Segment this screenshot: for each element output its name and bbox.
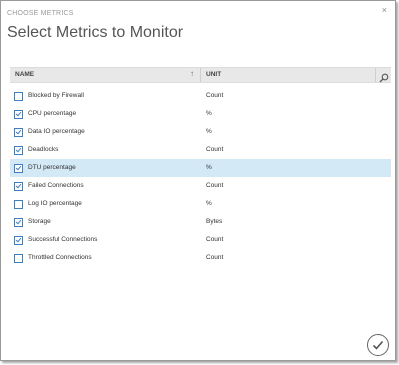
metric-row[interactable]: DTU percentage% [10, 159, 391, 177]
metrics-list: Blocked by Firewall Count CPU percentage% D… [10, 87, 391, 267]
search-icon[interactable] [379, 70, 389, 83]
metric-name: DTU percentage [28, 164, 76, 171]
metric-row[interactable]: Throttled Connections Count [10, 249, 391, 267]
table-header: NAME ↑ UNIT [10, 67, 391, 83]
metric-row[interactable]: Log IO percentage% [10, 195, 391, 213]
metric-row[interactable]: Data IO percentage% [10, 123, 391, 141]
metric-row[interactable]: Blocked by Firewall Count [10, 87, 391, 105]
metric-name: Failed Connections [28, 182, 84, 189]
metric-unit: % [206, 128, 212, 135]
metric-checkbox[interactable] [14, 254, 23, 263]
section-label: CHOOSE METRICS [7, 10, 74, 17]
metric-name: Throttled Connections [28, 254, 92, 261]
metric-checkbox[interactable] [14, 182, 23, 191]
metric-unit: Bytes [206, 218, 223, 225]
metric-row[interactable]: CPU percentage% [10, 105, 391, 123]
metric-unit: % [206, 110, 212, 117]
metric-row[interactable]: Deadlocks Count [10, 141, 391, 159]
metric-name: Successful Connections [28, 236, 98, 243]
metric-checkbox[interactable] [14, 218, 23, 227]
metric-checkbox[interactable] [14, 200, 23, 209]
metric-unit: % [206, 200, 212, 207]
column-divider [200, 68, 201, 82]
metric-name: Log IO percentage [28, 200, 82, 207]
metric-unit: Count [206, 254, 224, 261]
dialog-title: Select Metrics to Monitor [7, 24, 184, 41]
metric-unit: % [206, 164, 212, 171]
ok-checkmark-button[interactable] [367, 334, 389, 356]
metric-unit: Count [206, 146, 224, 153]
metric-unit: Count [206, 236, 224, 243]
metric-name: CPU percentage [28, 110, 77, 117]
metric-row[interactable]: Failed Connections Count [10, 177, 391, 195]
metric-checkbox[interactable] [14, 236, 23, 245]
column-header-unit[interactable]: UNIT [206, 71, 221, 78]
metric-row[interactable]: Successful Connections Count [10, 231, 391, 249]
column-header-name[interactable]: NAME [15, 71, 34, 78]
choose-metrics-dialog: × CHOOSE METRICS Select Metrics to Monit… [0, 0, 396, 361]
metric-name: Data IO percentage [28, 128, 85, 135]
metric-name: Deadlocks [28, 146, 59, 153]
checkmark-circle-icon [372, 340, 384, 350]
metric-row[interactable]: Storage Bytes [10, 213, 391, 231]
metric-unit: Count [206, 92, 224, 99]
metric-checkbox[interactable] [14, 146, 23, 155]
metric-name: Storage [28, 218, 51, 225]
metric-checkbox[interactable] [14, 128, 23, 137]
close-icon[interactable]: × [382, 5, 387, 15]
metric-checkbox[interactable] [14, 110, 23, 119]
column-divider [375, 68, 376, 82]
sort-up-arrow-icon[interactable]: ↑ [190, 69, 194, 78]
metric-checkbox[interactable] [14, 164, 23, 173]
metric-checkbox[interactable] [14, 92, 23, 101]
metric-name: Blocked by Firewall [28, 92, 84, 99]
metric-unit: Count [206, 182, 224, 189]
